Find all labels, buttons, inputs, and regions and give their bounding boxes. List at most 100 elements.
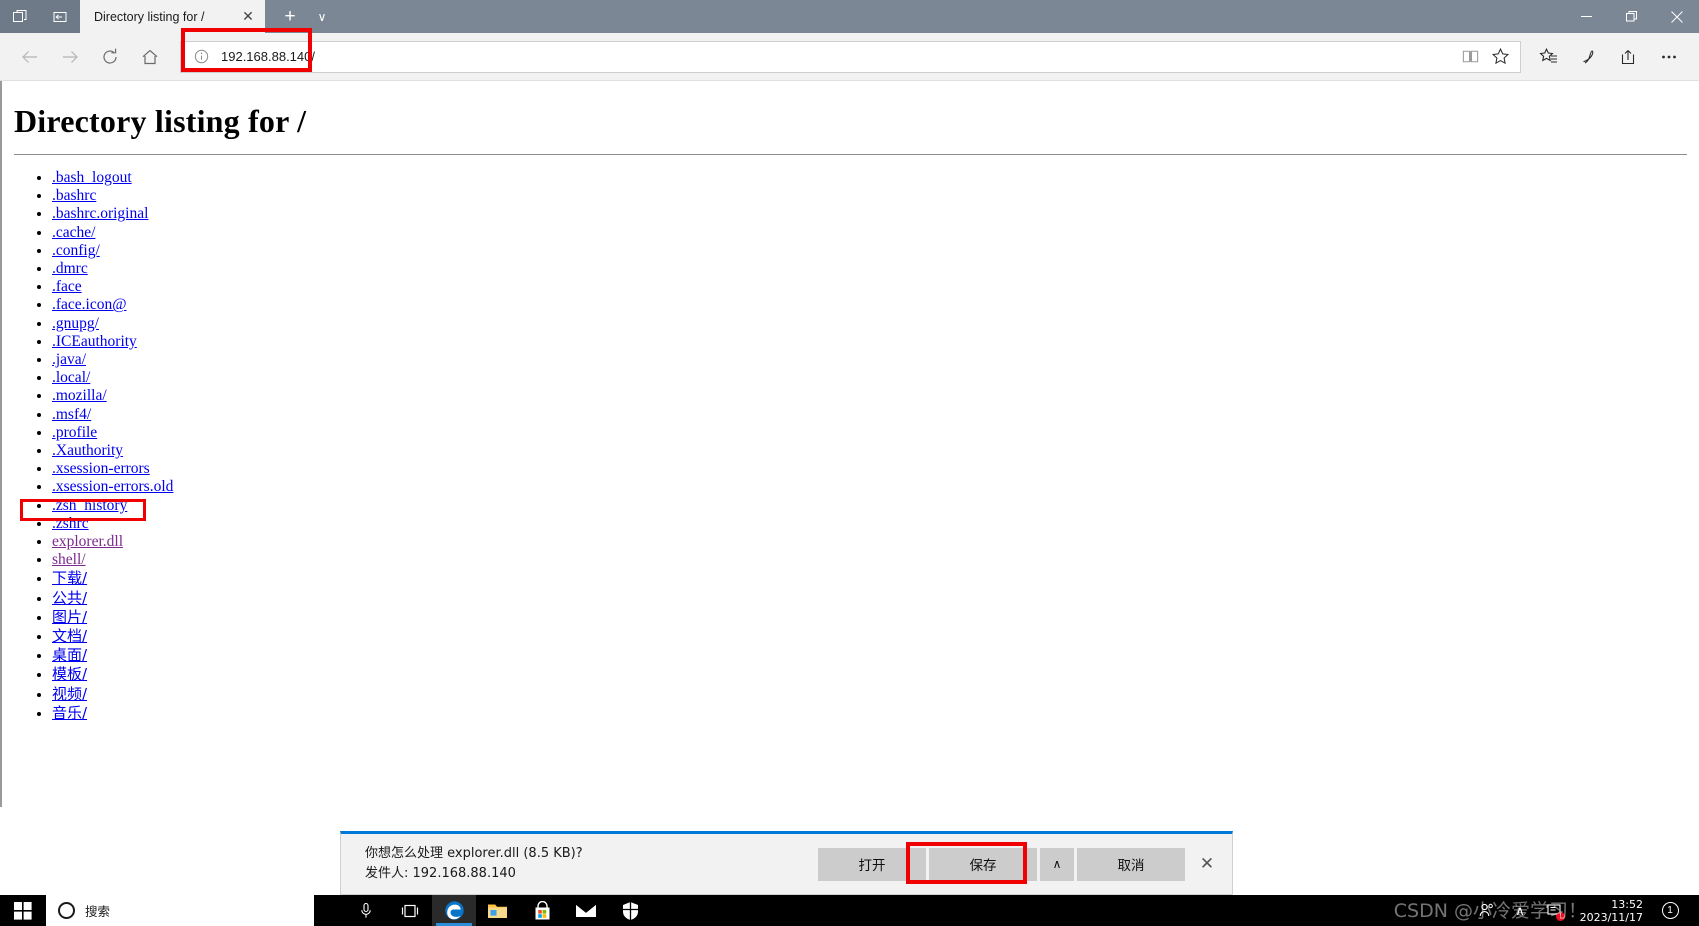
- directory-link[interactable]: .face: [52, 278, 82, 295]
- refresh-icon[interactable]: [90, 37, 130, 77]
- list-item: .bash_logout: [52, 169, 1689, 187]
- web-note-pen-icon[interactable]: [1569, 37, 1609, 77]
- list-item: 文档/: [52, 627, 1689, 646]
- settings-more-icon[interactable]: [1649, 37, 1689, 77]
- open-button[interactable]: 打开: [818, 847, 926, 881]
- directory-link[interactable]: 视频/: [52, 685, 87, 703]
- taskbar-app-file-explorer[interactable]: [476, 895, 520, 926]
- taskbar-app-windows-security[interactable]: [608, 895, 652, 926]
- reading-view-icon[interactable]: [1456, 43, 1484, 71]
- taskbar-app-mail[interactable]: [564, 895, 608, 926]
- taskbar-app-edge[interactable]: [432, 895, 476, 926]
- list-item: .local/: [52, 369, 1689, 387]
- action-center-icon[interactable]: 1: [1655, 902, 1685, 919]
- new-tab-button[interactable]: +: [275, 0, 305, 33]
- directory-link[interactable]: .gnupg/: [52, 315, 99, 332]
- save-options-chevron-icon[interactable]: ∧: [1040, 847, 1074, 881]
- list-item: .java/: [52, 351, 1689, 369]
- list-item: .gnupg/: [52, 315, 1689, 333]
- list-item: .ICEauthority: [52, 333, 1689, 351]
- directory-link[interactable]: 桌面/: [52, 646, 87, 664]
- cancel-button[interactable]: 取消: [1077, 847, 1185, 881]
- system-tray: ∧ ! 13:52 2023/11/17 1: [1469, 895, 1699, 926]
- directory-link[interactable]: .zshrc: [52, 515, 89, 532]
- list-item: .Xauthority: [52, 442, 1689, 460]
- back-icon[interactable]: [10, 37, 50, 77]
- directory-link[interactable]: 音乐/: [52, 704, 87, 722]
- download-prompt-text: 你想怎么处理 explorer.dll (8.5 KB)? 发件人: 192.1…: [341, 844, 818, 884]
- directory-link[interactable]: 图片/: [52, 608, 87, 626]
- forward-icon[interactable]: [50, 37, 90, 77]
- browser-tab-active[interactable]: Directory listing for / ✕: [80, 0, 265, 33]
- start-button[interactable]: [0, 895, 46, 926]
- directory-link[interactable]: 下载/: [52, 569, 87, 587]
- task-view-icon[interactable]: [388, 895, 432, 926]
- directory-link[interactable]: .config/: [52, 242, 100, 259]
- download-sender: 发件人: 192.168.88.140: [365, 866, 516, 881]
- directory-link[interactable]: 公共/: [52, 589, 87, 607]
- chevron-down-icon[interactable]: ∨: [307, 0, 337, 33]
- address-bar-text[interactable]: 192.168.88.140/: [211, 49, 1456, 64]
- directory-link[interactable]: .dmrc: [52, 260, 88, 277]
- page-title: Directory listing for /: [14, 103, 307, 139]
- directory-link[interactable]: explorer.dll: [52, 533, 123, 550]
- minimize-button[interactable]: [1564, 0, 1609, 33]
- share-icon[interactable]: [1609, 37, 1649, 77]
- network-status-icon[interactable]: !: [1537, 895, 1571, 926]
- show-hidden-icons-chevron-icon[interactable]: ∧: [1503, 895, 1537, 926]
- set-aside-tabs-icon[interactable]: [49, 6, 71, 28]
- directory-link[interactable]: .xsession-errors: [52, 460, 150, 477]
- directory-link[interactable]: shell/: [52, 551, 86, 568]
- directory-link[interactable]: .local/: [52, 369, 90, 386]
- taskbar-app-microsoft-store[interactable]: [520, 895, 564, 926]
- directory-link[interactable]: .cache/: [52, 224, 95, 241]
- tab-close-icon[interactable]: ✕: [237, 6, 259, 28]
- microphone-icon[interactable]: [344, 895, 388, 926]
- list-item: .xsession-errors: [52, 460, 1689, 478]
- close-window-button[interactable]: [1654, 0, 1699, 33]
- directory-link[interactable]: .msf4/: [52, 406, 91, 423]
- list-item: explorer.dll: [52, 533, 1689, 551]
- save-button[interactable]: 保存: [929, 847, 1037, 881]
- directory-link[interactable]: .Xauthority: [52, 442, 123, 459]
- directory-link[interactable]: 模板/: [52, 665, 87, 683]
- tab-title: Directory listing for /: [94, 9, 205, 24]
- cortana-icon[interactable]: [58, 902, 75, 919]
- list-item: shell/: [52, 551, 1689, 569]
- people-icon[interactable]: [1469, 895, 1503, 926]
- home-icon[interactable]: [130, 37, 170, 77]
- browser-toolbar-right: [1529, 37, 1689, 77]
- directory-link[interactable]: .ICEauthority: [52, 333, 137, 350]
- list-item: .dmrc: [52, 260, 1689, 278]
- directory-link[interactable]: 文档/: [52, 627, 87, 645]
- list-item: 视频/: [52, 685, 1689, 704]
- windows-taskbar: 搜索 ∧ ! 13:52 2023/11/17 1 CSDN @小冷爱学习！: [0, 895, 1699, 926]
- list-item: 桌面/: [52, 646, 1689, 665]
- window-controls: [1564, 0, 1699, 33]
- directory-link[interactable]: .bashrc: [52, 187, 96, 204]
- directory-link[interactable]: .profile: [52, 424, 97, 441]
- list-item: 音乐/: [52, 704, 1689, 723]
- directory-link[interactable]: .java/: [52, 351, 86, 368]
- taskbar-search-box[interactable]: 搜索: [46, 895, 314, 926]
- tab-controls: + ∨: [265, 0, 337, 33]
- hub-favorites-icon[interactable]: [1529, 37, 1569, 77]
- address-bar[interactable]: 192.168.88.140/: [180, 40, 1521, 73]
- taskbar-clock[interactable]: 13:52 2023/11/17: [1571, 898, 1655, 924]
- directory-link[interactable]: .bashrc.original: [52, 205, 148, 222]
- search-placeholder-label: 搜索: [85, 904, 111, 919]
- list-item: .mozilla/: [52, 387, 1689, 405]
- tab-preview-icon[interactable]: [9, 6, 31, 28]
- site-info-icon[interactable]: [191, 47, 211, 67]
- favorite-star-icon[interactable]: [1486, 43, 1514, 71]
- directory-listing: .bash_logout.bashrc.bashrc.original .cach…: [10, 169, 1689, 723]
- window-titlebar: Directory listing for / ✕ + ∨: [0, 0, 1699, 33]
- directory-link[interactable]: .bash_logout: [52, 169, 132, 186]
- titlebar-drag-area: [337, 0, 1564, 33]
- directory-link[interactable]: .mozilla/: [52, 387, 107, 404]
- directory-link[interactable]: .face.icon@: [52, 296, 127, 313]
- directory-link[interactable]: .zsh_history: [52, 497, 127, 514]
- directory-link[interactable]: .xsession-errors.old: [52, 478, 173, 495]
- close-notification-icon[interactable]: ✕: [1188, 848, 1226, 881]
- maximize-restore-button[interactable]: [1609, 0, 1654, 33]
